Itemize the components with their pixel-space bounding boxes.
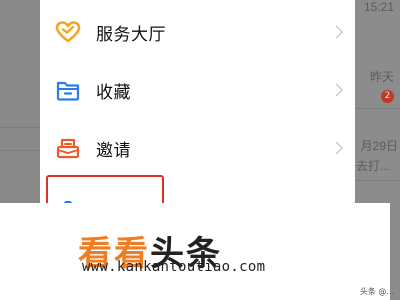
menu-item-service-hall[interactable]: 服务大厅 [40,3,355,61]
watermark-url: www.kankantoutiao.com [82,259,266,275]
menu-item-label: 邀请 [96,140,131,160]
chevron-right-icon [330,83,343,97]
corner-watermark-tag: 头条 @... [359,287,394,296]
chat-date: 月29日 [360,139,398,153]
chevron-right-icon [330,141,343,155]
chat-time-yesterday: 昨天 [369,70,394,84]
invite-box-icon [54,134,82,162]
menu-item-label: 服务大厅 [96,24,166,44]
chat-time: 15:21 [363,0,394,14]
chevron-right-icon [330,25,343,39]
divider [0,127,40,128]
divider [0,150,40,151]
chat-preview: 去打... [355,159,390,173]
menu-item-label: 收藏 [96,82,131,102]
heart-icon [54,18,82,46]
unread-badge: 2 [381,90,394,103]
folder-icon [54,76,82,104]
menu-item-invite[interactable]: 邀请 [40,119,355,177]
menu-item-favorites[interactable]: 收藏 [40,61,355,119]
